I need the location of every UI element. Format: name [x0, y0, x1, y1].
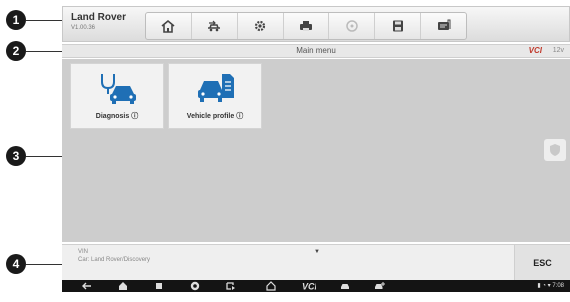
diagnosis-car-stethoscope-icon	[101, 74, 136, 104]
page-title: Main menu	[296, 46, 336, 55]
android-nav-bar: VCI ▮ ◔ ▾ 7:08	[62, 280, 570, 292]
info-bar: VIN Car: Land Rover/Discovery ▼ ESC	[62, 244, 570, 281]
settings-button[interactable]	[238, 13, 284, 39]
vehicle-swap-button[interactable]	[192, 13, 238, 39]
vci-status-icon: VCI	[528, 46, 542, 55]
app-version: V1.00.36	[71, 25, 96, 31]
title-bar: Main menu VCI 12v	[62, 44, 570, 58]
svg-text:VCI: VCI	[302, 282, 316, 292]
screenshot-icon[interactable]	[226, 281, 236, 291]
main-section: Diagnosis ⓘ Vehicle profile ⓘ	[62, 59, 570, 242]
callout-2: 2	[6, 41, 26, 61]
chrome-icon[interactable]	[190, 281, 200, 291]
back-icon[interactable]	[82, 281, 92, 291]
vci-icon[interactable]: VCI	[302, 281, 316, 292]
clock-status: ▮ ◔ ▾ 7:08	[537, 283, 564, 289]
home-button[interactable]	[146, 13, 192, 39]
home-icon	[161, 19, 175, 33]
callout-1-leader	[26, 20, 62, 21]
diagnosis-label: Diagnosis ⓘ	[95, 113, 139, 120]
top-toolbar: Land Rover V1.00.36	[62, 6, 570, 42]
save-button[interactable]	[375, 13, 422, 39]
settings-icon	[255, 20, 266, 32]
vehicle-profile-icon	[198, 74, 234, 102]
save-icon	[392, 20, 403, 32]
diagnosis-tile[interactable]: Diagnosis ⓘ	[70, 63, 164, 129]
data-log-icon	[437, 19, 451, 30]
app-name: Land Rover	[71, 12, 127, 23]
help-button[interactable]	[329, 13, 376, 39]
print-button[interactable]	[284, 13, 330, 39]
vehicle-info-text: Car: Land Rover/Discovery	[78, 257, 151, 263]
esc-button[interactable]: ESC	[514, 245, 570, 281]
recent-apps-icon[interactable]	[154, 281, 164, 291]
callout-4: 4	[6, 254, 26, 274]
car-service-icon[interactable]	[374, 281, 386, 291]
data-log-button[interactable]	[421, 13, 466, 39]
car-icon[interactable]	[340, 281, 350, 291]
callout-2-leader	[26, 51, 62, 52]
help-icon	[346, 20, 358, 32]
maxisys-home-icon[interactable]	[266, 281, 276, 291]
vehicle-profile-tile[interactable]: Vehicle profile ⓘ	[168, 63, 262, 129]
tablet-screen: Land Rover V1.00.36 Main menu VCI 12v Di…	[62, 6, 570, 292]
print-icon	[300, 21, 312, 31]
callout-3-leader	[26, 156, 62, 157]
home-icon[interactable]	[118, 281, 128, 291]
vehicle-swap-icon	[208, 20, 221, 32]
callout-3: 3	[6, 146, 26, 166]
callout-1: 1	[6, 10, 26, 30]
battery-voltage-icon: 12v	[552, 47, 564, 54]
vehicle-profile-label: Vehicle profile ⓘ	[186, 113, 244, 120]
expand-arrow-icon[interactable]: ▼	[314, 249, 320, 255]
toolbar-button-group	[145, 12, 467, 40]
vin-label: VIN	[78, 249, 89, 255]
side-shortcut-button[interactable]	[544, 139, 566, 161]
shield-icon	[550, 144, 560, 156]
callout-4-leader	[26, 264, 62, 265]
